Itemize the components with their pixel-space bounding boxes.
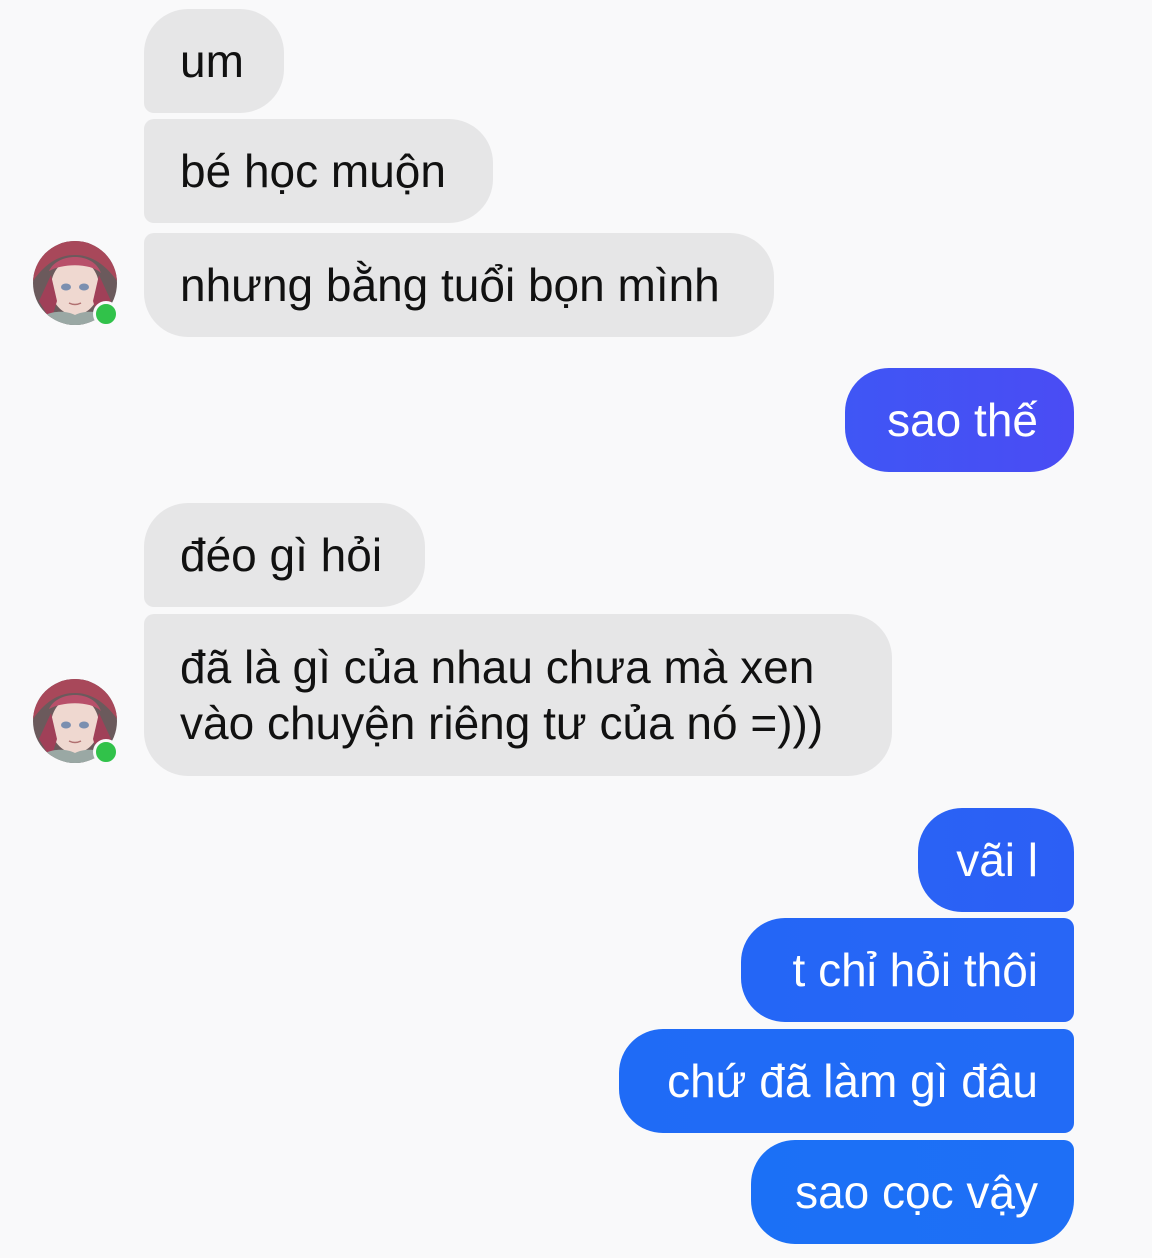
- contact-avatar[interactable]: [33, 241, 119, 327]
- message-text: nhưng bằng tuổi bọn mình: [180, 259, 720, 311]
- message-bubble-incoming[interactable]: bé học muộn: [144, 119, 493, 223]
- message-bubble-incoming[interactable]: nhưng bằng tuổi bọn mình: [144, 233, 774, 337]
- contact-avatar[interactable]: [33, 679, 119, 765]
- message-text: sao cọc vậy: [795, 1166, 1038, 1218]
- message-text: bé học muộn: [180, 145, 446, 197]
- message-text-line: vào chuyện riêng tư của nó =))): [180, 697, 824, 749]
- message-text-line: đã là gì của nhau chưa mà xen: [180, 641, 815, 693]
- message-text: vãi l: [956, 834, 1038, 886]
- message-bubble-outgoing[interactable]: t chỉ hỏi thôi: [741, 918, 1074, 1022]
- message-text: t chỉ hỏi thôi: [792, 944, 1038, 996]
- message-text: chứ đã làm gì đâu: [667, 1055, 1038, 1107]
- message-text: đéo gì hỏi: [180, 529, 383, 581]
- message-bubble-outgoing[interactable]: vãi l: [918, 808, 1074, 912]
- message-text: sao thế: [887, 394, 1038, 446]
- message-bubble-incoming[interactable]: đã là gì của nhau chưa mà xen vào chuyện…: [144, 614, 892, 776]
- message-text: um: [180, 35, 244, 87]
- message-bubble-outgoing[interactable]: sao thế: [845, 368, 1074, 472]
- message-bubble-incoming[interactable]: um: [144, 9, 284, 113]
- online-status-indicator: [93, 301, 119, 327]
- message-bubble-outgoing[interactable]: sao cọc vậy: [751, 1140, 1074, 1244]
- message-bubble-incoming[interactable]: đéo gì hỏi: [144, 503, 425, 607]
- online-status-indicator: [93, 739, 119, 765]
- message-bubble-outgoing[interactable]: chứ đã làm gì đâu: [619, 1029, 1074, 1133]
